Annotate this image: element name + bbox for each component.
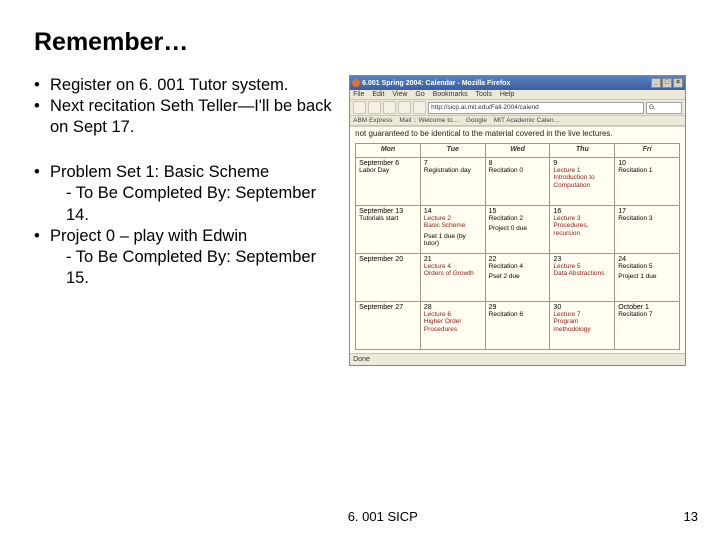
bullet-item: Project 0 – play with Edwin <box>34 226 341 247</box>
menu-go[interactable]: Go <box>415 91 424 98</box>
bookmarks-toolbar: ABM Express Mail :: Welcome to… Google M… <box>350 116 685 126</box>
bookmark-link[interactable]: Mail :: Welcome to… <box>399 117 459 124</box>
calendar-cell: 17Recitation 3 <box>615 205 680 253</box>
calendar-cell: 9Lecture 1Introduction to Computation <box>550 157 615 205</box>
back-button[interactable] <box>353 101 366 114</box>
nav-toolbar: http://sicp.ai.mit.edu/Fall-2004/calend … <box>350 100 685 116</box>
calendar-cell: 7Registration day <box>420 157 485 205</box>
browser-window: 6.001 Spring 2004: Calendar - Mozilla Fi… <box>349 75 686 366</box>
page-content: not guaranteed to be identical to the ma… <box>350 126 685 353</box>
status-text: Done <box>353 356 370 363</box>
bullet-item: Next recitation Seth Teller—I'll be back… <box>34 96 341 138</box>
bullet-item: Register on 6. 001 Tutor system. <box>34 75 341 96</box>
forward-button[interactable] <box>368 101 381 114</box>
footer-center: 6. 001 SICP <box>82 509 684 524</box>
maximize-button[interactable]: □ <box>662 78 672 88</box>
calendar-cell: September 20 <box>356 253 421 301</box>
col-header: Wed <box>485 143 550 157</box>
bullet-subitem: - To Be Completed By: September 14. <box>34 183 341 225</box>
bullet-item: Problem Set 1: Basic Scheme <box>34 162 341 183</box>
window-titlebar: 6.001 Spring 2004: Calendar - Mozilla Fi… <box>350 76 685 90</box>
calendar-cell: 21Lecture 4Orders of Growth <box>420 253 485 301</box>
calendar-cell: September 27 <box>356 301 421 349</box>
calendar-cell: September 6Labor Day <box>356 157 421 205</box>
calendar-cell: 10Recitation 1 <box>615 157 680 205</box>
calendar-table: Mon Tue Wed Thu Fri September 6Labor Day… <box>355 143 680 350</box>
calendar-cell: 8Recitation 0 <box>485 157 550 205</box>
minimize-button[interactable]: _ <box>651 78 661 88</box>
slide-title: Remember… <box>34 28 686 57</box>
menu-view[interactable]: View <box>392 91 407 98</box>
calendar-cell: October 1Recitation 7 <box>615 301 680 349</box>
menu-file[interactable]: File <box>353 91 364 98</box>
bullet-list: Register on 6. 001 Tutor system. Next re… <box>34 75 341 366</box>
close-button[interactable]: × <box>673 78 683 88</box>
search-input[interactable]: G. <box>646 102 682 114</box>
bookmark-link[interactable]: Google <box>466 117 487 124</box>
home-button[interactable] <box>413 101 426 114</box>
firefox-icon <box>352 79 360 87</box>
calendar-cell: 29Recitation 6 <box>485 301 550 349</box>
col-header: Fri <box>615 143 680 157</box>
col-header: Mon <box>356 143 421 157</box>
page-number: 13 <box>684 509 698 524</box>
warning-text: not guaranteed to be identical to the ma… <box>355 130 680 139</box>
menu-bar: File Edit View Go Bookmarks Tools Help <box>350 90 685 100</box>
calendar-cell: 15Recitation 2Project 0 due <box>485 205 550 253</box>
bookmark-link[interactable]: ABM Express <box>353 117 392 124</box>
slide-footer: 6. 001 SICP 13 <box>0 509 720 524</box>
calendar-cell: 14Lecture 2Basic SchemePset 1 due (by tu… <box>420 205 485 253</box>
reload-button[interactable] <box>383 101 396 114</box>
url-input[interactable]: http://sicp.ai.mit.edu/Fall-2004/calend <box>428 102 644 114</box>
stop-button[interactable] <box>398 101 411 114</box>
menu-help[interactable]: Help <box>500 91 514 98</box>
calendar-cell: 30Lecture 7Program methodology <box>550 301 615 349</box>
calendar-cell: 16Lecture 3Procedures, recursion <box>550 205 615 253</box>
menu-tools[interactable]: Tools <box>476 91 492 98</box>
col-header: Tue <box>420 143 485 157</box>
col-header: Thu <box>550 143 615 157</box>
calendar-cell: 23Lecture 5Data Abstractions <box>550 253 615 301</box>
bookmark-link[interactable]: MIT Academic Calen… <box>494 117 560 124</box>
menu-edit[interactable]: Edit <box>372 91 384 98</box>
menu-bookmarks[interactable]: Bookmarks <box>433 91 468 98</box>
calendar-cell: 24Recitation 5Project 1 due <box>615 253 680 301</box>
status-bar: Done <box>350 353 685 365</box>
bullet-subitem: - To Be Completed By: September 15. <box>34 247 341 289</box>
calendar-cell: 22Recitation 4Pset 2 due <box>485 253 550 301</box>
calendar-cell: 28Lecture 6Higher Order Procedures <box>420 301 485 349</box>
window-title: 6.001 Spring 2004: Calendar - Mozilla Fi… <box>362 80 510 87</box>
calendar-cell: September 13Tutorials start <box>356 205 421 253</box>
